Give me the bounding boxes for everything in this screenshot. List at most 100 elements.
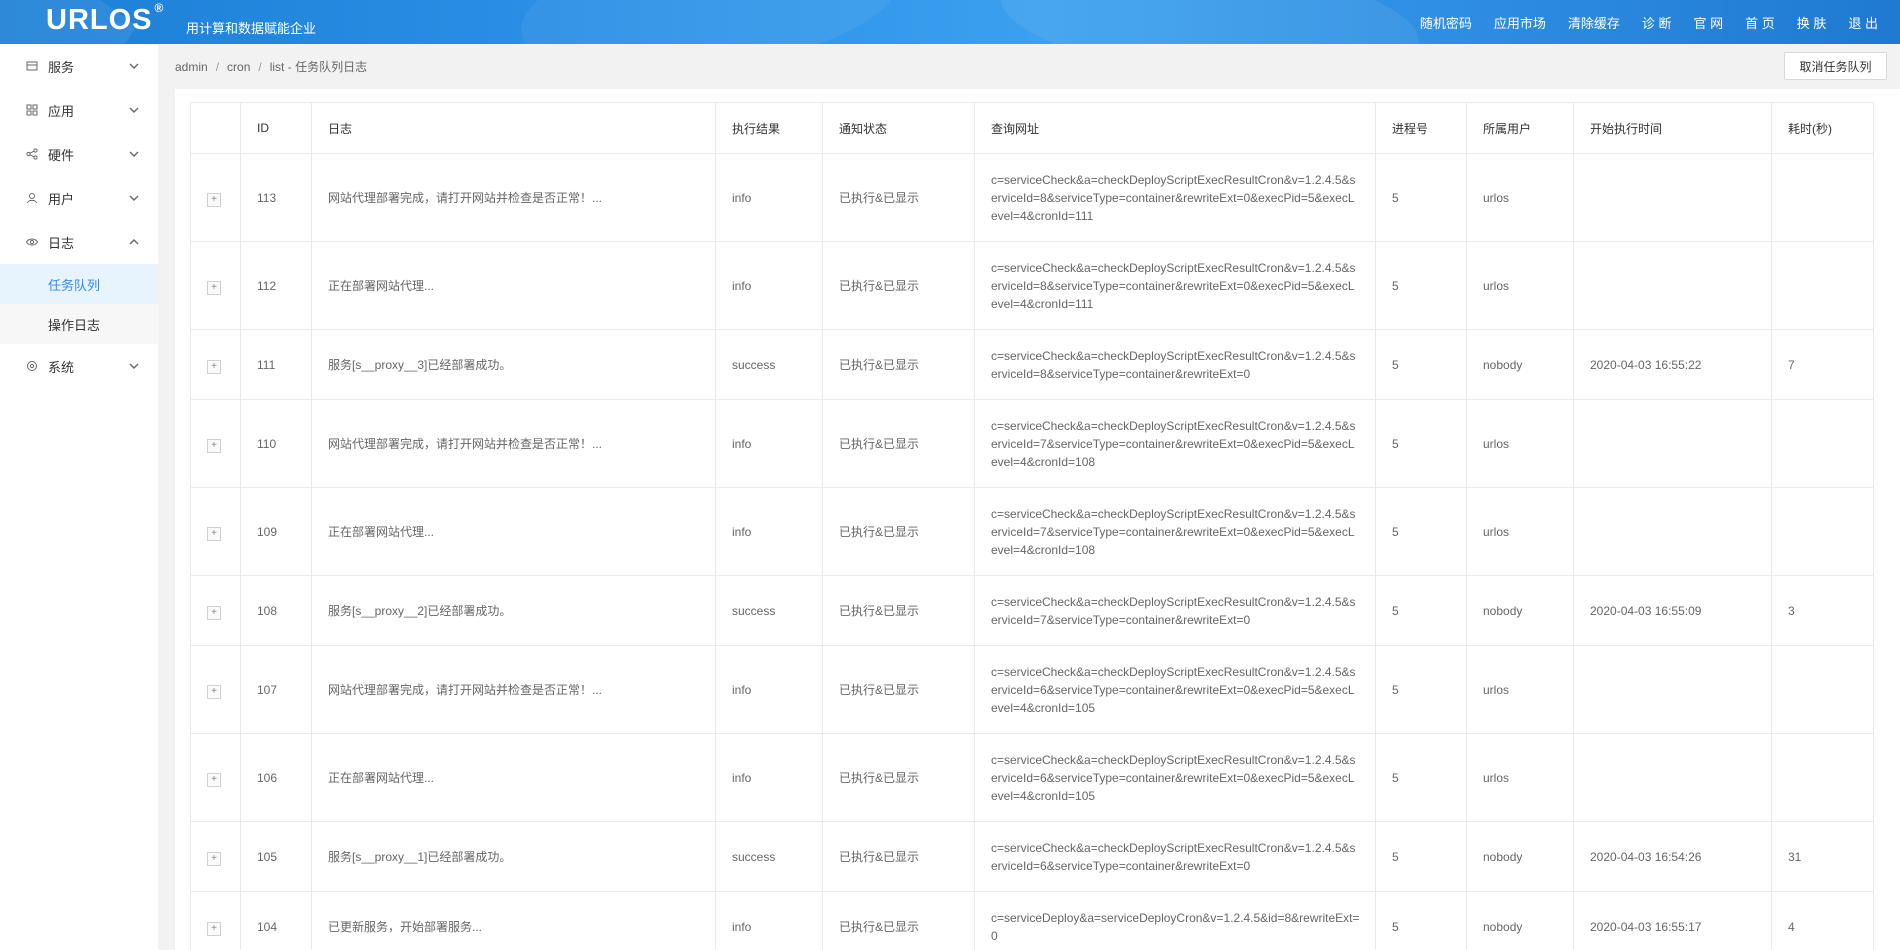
chevron-down-icon xyxy=(129,363,139,369)
cell-pid: 5 xyxy=(1375,733,1467,822)
cell-notify: 已执行&已显示 xyxy=(822,487,975,576)
top-nav: 随机密码 应用市场 清除缓存 诊 断 官 网 首 页 换 肤 退 出 xyxy=(1420,0,1900,44)
sidebar-item-label: 应用 xyxy=(48,103,75,119)
cell-user: nobody xyxy=(1466,891,1574,950)
header-decoration xyxy=(510,0,910,44)
cell-pid: 5 xyxy=(1375,821,1467,892)
cell-pid: 5 xyxy=(1375,575,1467,646)
sidebar-subitem-task-queue[interactable]: 任务队列 xyxy=(0,264,158,304)
cell-cost xyxy=(1771,733,1874,822)
cancel-task-queue-button[interactable]: 取消任务队列 xyxy=(1784,52,1887,80)
expand-row-button[interactable]: + xyxy=(207,605,221,620)
nav-random-password[interactable]: 随机密码 xyxy=(1420,13,1472,32)
sidebar-subitem-operation-log[interactable]: 操作日志 xyxy=(0,304,158,344)
cell-user: urlos xyxy=(1466,733,1574,822)
expand-row-button[interactable]: + xyxy=(207,438,221,453)
cell-start-time xyxy=(1573,487,1772,576)
table-row: +110 网站代理部署完成，请打开网站并检查是否正常！... info 已执行&已显示… xyxy=(190,399,1874,488)
breadcrumb-current: 任务队列日志 xyxy=(295,60,368,74)
table-header-row: ID 日志 执行结果 通知状态 查询网址 进程号 所属用户 开始执行时间 耗时(… xyxy=(190,102,1874,154)
cell-start-time: 2020-04-03 16:55:22 xyxy=(1573,329,1772,400)
cell-start-time xyxy=(1573,399,1772,488)
cell-id: 109 xyxy=(240,487,312,576)
sidebar-item-system[interactable]: 系统 xyxy=(0,344,158,388)
cell-user: urlos xyxy=(1466,153,1574,242)
nav-clear-cache[interactable]: 清除缓存 xyxy=(1568,13,1620,32)
sidebar-item-app[interactable]: 应用 xyxy=(0,88,158,132)
cell-expand: + xyxy=(190,575,241,646)
cell-cost: 4 xyxy=(1771,891,1874,950)
cell-expand: + xyxy=(190,891,241,950)
cell-start-time: 2020-04-03 16:54:26 xyxy=(1573,821,1772,892)
col-header-id: ID xyxy=(240,102,312,154)
cell-log: 服务[s__proxy__2]已经部署成功。 xyxy=(311,575,716,646)
expand-row-button[interactable]: + xyxy=(207,280,221,295)
breadcrumb-item[interactable]: admin xyxy=(175,60,208,74)
col-header-user: 所属用户 xyxy=(1466,102,1574,154)
sidebar-item-service[interactable]: 服务 xyxy=(0,44,158,88)
chevron-down-icon xyxy=(129,107,139,113)
cell-start-time xyxy=(1573,733,1772,822)
cell-cost xyxy=(1771,399,1874,488)
cell-cost xyxy=(1771,153,1874,242)
cell-expand: + xyxy=(190,399,241,488)
cell-id: 113 xyxy=(240,153,312,242)
expand-row-button[interactable]: + xyxy=(207,851,221,866)
cell-pid: 5 xyxy=(1375,329,1467,400)
logo[interactable]: URLOS ® xyxy=(46,1,165,37)
cell-expand: + xyxy=(190,153,241,242)
table-row: +106 正在部署网站代理... info 已执行&已显示 c=serviceCheck… xyxy=(190,733,1874,822)
expand-row-button[interactable]: + xyxy=(207,359,221,374)
sidebar-item-log[interactable]: 日志 xyxy=(0,220,158,264)
expand-row-button[interactable]: + xyxy=(207,684,221,699)
cell-start-time xyxy=(1573,241,1772,330)
table-row: +109 正在部署网站代理... info 已执行&已显示 c=serviceCheck… xyxy=(190,487,1874,576)
cell-notify: 已执行&已显示 xyxy=(822,241,975,330)
grid-icon xyxy=(26,104,38,116)
nav-diagnose[interactable]: 诊 断 xyxy=(1642,13,1672,32)
cell-pid: 5 xyxy=(1375,153,1467,242)
expand-row-button[interactable]: + xyxy=(207,192,221,207)
nav-home[interactable]: 首 页 xyxy=(1745,13,1775,32)
sidebar: 服务 应用 硬件 用户 日志 任务队列 操作日志 系统 xyxy=(0,44,158,950)
breadcrumb-item[interactable]: cron xyxy=(227,60,250,74)
expand-row-button[interactable]: + xyxy=(207,772,221,787)
sidebar-item-hardware[interactable]: 硬件 xyxy=(0,132,158,176)
chevron-down-icon xyxy=(129,151,139,157)
col-header-start-time: 开始执行时间 xyxy=(1573,102,1772,154)
nav-skin[interactable]: 换 肤 xyxy=(1797,13,1827,32)
nav-official-site[interactable]: 官 网 xyxy=(1694,13,1724,32)
expand-row-button[interactable]: + xyxy=(207,921,221,936)
cell-url: c=serviceCheck&a=checkDeployScriptExecRe… xyxy=(974,487,1376,576)
cell-result: success xyxy=(715,329,823,400)
cell-url: c=serviceCheck&a=checkDeployScriptExecRe… xyxy=(974,329,1376,400)
cell-notify: 已执行&已显示 xyxy=(822,575,975,646)
sidebar-item-user[interactable]: 用户 xyxy=(0,176,158,220)
col-header-result: 执行结果 xyxy=(715,102,823,154)
cell-cost: 7 xyxy=(1771,329,1874,400)
cell-result: info xyxy=(715,399,823,488)
sidebar-item-label: 硬件 xyxy=(48,147,75,163)
cell-expand: + xyxy=(190,487,241,576)
cell-url: c=serviceCheck&a=checkDeployScriptExecRe… xyxy=(974,575,1376,646)
table-row: +112 正在部署网站代理... info 已执行&已显示 c=serviceCheck… xyxy=(190,241,1874,330)
col-header-cost: 耗时(秒) xyxy=(1771,102,1874,154)
cell-notify: 已执行&已显示 xyxy=(822,891,975,950)
eye-icon xyxy=(26,236,38,248)
cell-cost xyxy=(1771,487,1874,576)
table-row: +104 已更新服务，开始部署服务... info 已执行&已显示 c=serviceD… xyxy=(190,891,1874,950)
registered-mark: ® xyxy=(154,1,165,16)
slogan: 用计算和数据赋能企业 xyxy=(186,21,317,36)
cell-id: 105 xyxy=(240,821,312,892)
cell-user: nobody xyxy=(1466,575,1574,646)
breadcrumb: admin / cron / list - 任务队列日志 xyxy=(175,58,367,75)
nav-logout[interactable]: 退 出 xyxy=(1848,13,1878,32)
cell-user: urlos xyxy=(1466,399,1574,488)
cell-result: info xyxy=(715,487,823,576)
breadcrumb-item[interactable]: list xyxy=(270,60,285,74)
nav-app-market[interactable]: 应用市场 xyxy=(1494,13,1546,32)
cell-pid: 5 xyxy=(1375,487,1467,576)
expand-row-button[interactable]: + xyxy=(207,526,221,541)
cell-id: 110 xyxy=(240,399,312,488)
chevron-down-icon xyxy=(129,195,139,201)
